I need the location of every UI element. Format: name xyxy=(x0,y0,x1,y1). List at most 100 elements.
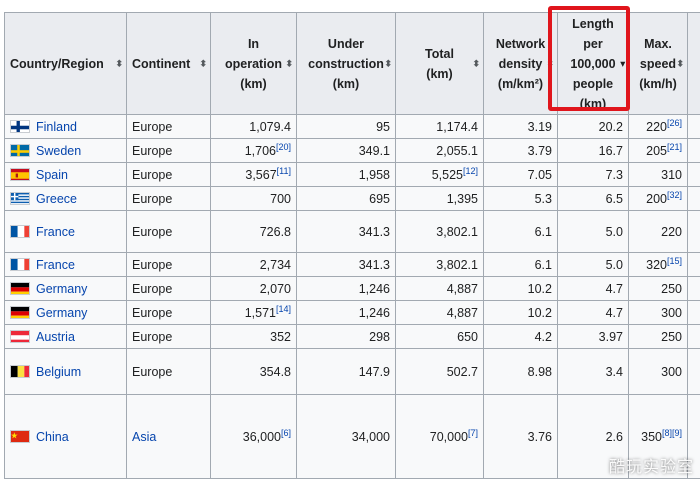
cell-under-construction-value: 1,246 xyxy=(358,305,390,320)
header-text-line: Under xyxy=(327,36,365,51)
cell-under-construction: 341.3 xyxy=(296,210,396,253)
cell-network-density: 8.98 xyxy=(483,348,558,395)
country-link[interactable]: Germany xyxy=(36,282,87,296)
cell-total-value: 3,802.1 xyxy=(436,224,478,239)
table-row: Austria Europe 352 298 650 4.2 3.97 250 xyxy=(4,324,700,349)
cell-continent: Europe xyxy=(126,276,211,301)
cell-length-per-100k: 3.4 xyxy=(557,348,629,395)
sort-icon[interactable]: ⬍ xyxy=(285,59,293,68)
header-length-per-100k[interactable]: Length per 100,000 people (km) ▾ xyxy=(557,12,629,115)
cell-country: Sweden xyxy=(4,138,127,163)
flag-china-icon xyxy=(10,429,30,443)
cell-country: Austria xyxy=(4,324,127,349)
sort-icon[interactable]: ⬍ xyxy=(384,59,392,68)
header-text-line: Network xyxy=(495,36,546,51)
country-link[interactable]: Sweden xyxy=(36,144,81,158)
sort-icon[interactable]: ⬍ xyxy=(472,59,480,68)
country-link[interactable]: France xyxy=(36,258,75,272)
header-text-line: per xyxy=(583,36,603,51)
sort-icon[interactable]: ⬍ xyxy=(546,59,554,68)
cell-total: 1,395 xyxy=(395,186,484,211)
cell-length-per-100k: 7.3 xyxy=(557,162,629,187)
cell-total-value: 1,174.4 xyxy=(436,119,478,134)
page: Country/Region ⬍ Continent ⬍ In operation (km)… xyxy=(0,0,700,483)
header-under-construction[interactable]: Under construction (km) ⬍ xyxy=(296,12,396,115)
country-link[interactable]: Germany xyxy=(36,306,87,320)
reference-link[interactable]: [12] xyxy=(463,165,478,175)
reference-link[interactable]: [7] xyxy=(468,427,478,437)
reference-link[interactable]: [15] xyxy=(667,255,682,265)
flag-france-icon xyxy=(10,224,30,238)
cell-max-speed-value: 220 xyxy=(661,224,682,239)
cell-total: 4,887 xyxy=(395,276,484,301)
cell-next-column xyxy=(687,324,700,349)
table-row: Sweden Europe 1,706[20] 349.1 2,055.1 3.79 16.… xyxy=(4,138,700,163)
cell-country: Germany xyxy=(4,276,127,301)
cell-length-per-100k: 4.7 xyxy=(557,300,629,325)
header-country[interactable]: Country/Region ⬍ xyxy=(4,12,127,115)
cell-in-operation-value: 2,070 xyxy=(259,281,291,296)
cell-max-speed-value: 350 xyxy=(641,429,662,444)
reference-link[interactable]: [26] xyxy=(667,117,682,127)
cell-country: Germany xyxy=(4,300,127,325)
cell-max-speed-value: 300 xyxy=(661,305,682,320)
reference-link[interactable]: [14] xyxy=(276,303,291,313)
cell-network-density-value: 6.1 xyxy=(534,224,552,239)
reference-link[interactable]: [20] xyxy=(276,141,291,151)
cell-under-construction-value: 1,958 xyxy=(358,167,390,182)
header-text-line: 100,000 xyxy=(570,56,616,71)
cell-in-operation-value: 1,706 xyxy=(244,143,276,158)
reference-link[interactable]: [11] xyxy=(277,165,291,175)
sort-icon[interactable]: ⬍ xyxy=(115,59,123,68)
continent-link[interactable]: Asia xyxy=(132,430,156,444)
cell-length-per-100k-value: 3.4 xyxy=(605,364,623,379)
country-link[interactable]: Spain xyxy=(36,168,68,182)
cell-next-column xyxy=(687,300,700,325)
cell-length-per-100k-value: 5.0 xyxy=(605,224,623,239)
header-in-operation[interactable]: In operation (km) ⬍ xyxy=(210,12,297,115)
reference-link[interactable]: [6] xyxy=(281,427,291,437)
reference-link[interactable]: [21] xyxy=(667,141,682,151)
country-link[interactable]: Belgium xyxy=(36,365,81,379)
cell-under-construction: 147.9 xyxy=(296,348,396,395)
cell-length-per-100k-value: 4.7 xyxy=(605,281,623,296)
cell-length-per-100k-value: 5.0 xyxy=(605,257,623,272)
country-link[interactable]: Greece xyxy=(36,192,77,206)
cell-in-operation-value: 2,734 xyxy=(259,257,291,272)
header-text-line: speed xyxy=(639,56,677,71)
header-max-speed[interactable]: Max. speed (km/h) ⬍ xyxy=(628,12,688,115)
cell-continent: Europe xyxy=(126,114,211,139)
cell-network-density: 3.19 xyxy=(483,114,558,139)
cell-total-value: 1,395 xyxy=(446,191,478,206)
reference-link[interactable]: [8][9] xyxy=(662,427,682,437)
cell-network-density: 5.3 xyxy=(483,186,558,211)
flag-spain-icon xyxy=(10,167,30,181)
header-text-line: (km) xyxy=(332,76,360,91)
cell-total-value: 650 xyxy=(457,329,478,344)
sort-icon[interactable]: ⬍ xyxy=(199,59,207,68)
cell-in-operation: 700 xyxy=(210,186,297,211)
reference-link[interactable]: [32] xyxy=(667,189,682,199)
cell-network-density-value: 8.98 xyxy=(527,364,552,379)
cell-network-density: 6.1 xyxy=(483,210,558,253)
cell-network-density: 6.1 xyxy=(483,252,558,277)
sort-desc-icon[interactable]: ▾ xyxy=(620,59,625,68)
cell-in-operation-value: 3,567 xyxy=(245,167,277,182)
cell-in-operation-value: 1,079.4 xyxy=(249,119,291,134)
cell-in-operation-value: 700 xyxy=(270,191,291,206)
country-link[interactable]: China xyxy=(36,430,69,444)
header-network-density[interactable]: Network density (m/km²) ⬍ xyxy=(483,12,558,115)
cell-in-operation: 36,000[6] xyxy=(210,394,297,479)
header-continent[interactable]: Continent ⬍ xyxy=(126,12,211,115)
country-link[interactable]: Austria xyxy=(36,330,75,344)
country-link[interactable]: France xyxy=(36,225,75,239)
header-text-line: Total xyxy=(425,46,454,61)
cell-total: 4,887 xyxy=(395,300,484,325)
cell-under-construction: 1,958 xyxy=(296,162,396,187)
header-total[interactable]: Total (km) ⬍ xyxy=(395,12,484,115)
cell-network-density-value: 5.3 xyxy=(534,191,552,206)
sort-icon[interactable]: ⬍ xyxy=(676,59,684,68)
header-text-line: (m/km²) xyxy=(497,76,544,91)
cell-max-speed: 320[15] xyxy=(628,252,688,277)
country-link[interactable]: Finland xyxy=(36,120,77,134)
